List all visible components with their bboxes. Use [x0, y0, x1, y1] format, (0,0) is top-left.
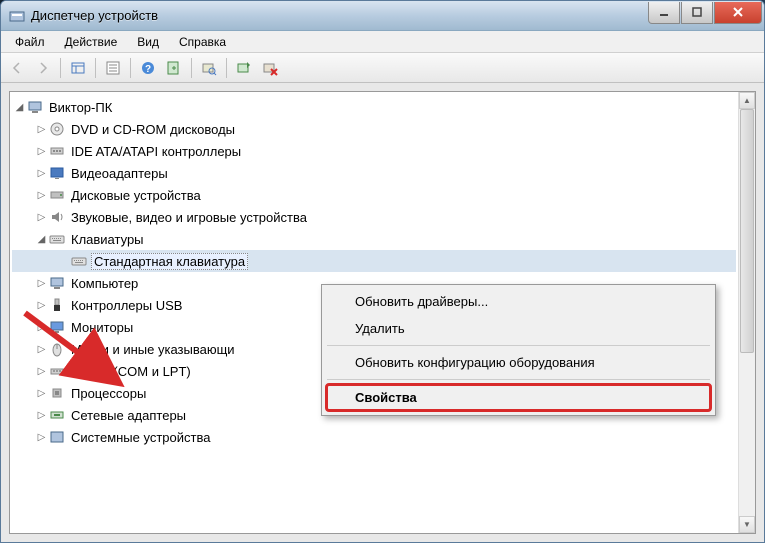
collapse-icon[interactable]: ◢ — [12, 96, 27, 118]
tree-label: Мониторы — [69, 320, 135, 335]
scroll-down-button[interactable]: ▼ — [739, 516, 755, 533]
tree-label: DVD и CD-ROM дисководы — [69, 122, 237, 137]
tree-label: Дисковые устройства — [69, 188, 203, 203]
separator — [60, 58, 61, 78]
menu-separator — [327, 379, 710, 380]
scan-button[interactable] — [197, 56, 221, 80]
tree-root[interactable]: ◢ Виктор-ПК — [12, 96, 736, 118]
tree-label: Компьютер — [69, 276, 140, 291]
back-button[interactable] — [5, 56, 29, 80]
disc-icon — [49, 121, 65, 137]
help-button[interactable]: ? — [136, 56, 160, 80]
expand-icon[interactable]: ▷ — [34, 294, 49, 316]
titlebar[interactable]: Диспетчер устройств — [1, 1, 764, 31]
system-icon — [49, 429, 65, 445]
sound-icon — [49, 209, 65, 225]
menubar: Файл Действие Вид Справка — [1, 31, 764, 53]
tree-label: Сетевые адаптеры — [69, 408, 188, 423]
tree-item[interactable]: ▷ Видеоадаптеры — [12, 162, 736, 184]
menu-separator — [327, 345, 710, 346]
context-menu: Обновить драйверы... Удалить Обновить ко… — [321, 284, 716, 416]
expand-icon[interactable]: ▷ — [34, 338, 49, 360]
tree-item-keyboards[interactable]: ◢ Клавиатуры — [12, 228, 736, 250]
separator — [226, 58, 227, 78]
svg-text:?: ? — [145, 64, 151, 75]
tree-item[interactable]: ▷ Системные устройства — [12, 426, 736, 448]
menu-update-drivers[interactable]: Обновить драйверы... — [325, 288, 712, 315]
tree-label: Видеоадаптеры — [69, 166, 170, 181]
mouse-icon — [49, 341, 65, 357]
tree-label: Звуковые, видео и игровые устройства — [69, 210, 309, 225]
tree-label: Контроллеры USB — [69, 298, 184, 313]
tree-label: Клавиатуры — [69, 232, 146, 247]
network-icon — [49, 407, 65, 423]
tree-label: Системные устройства — [69, 430, 212, 445]
expand-icon[interactable]: ▷ — [34, 162, 49, 184]
disk-icon — [49, 187, 65, 203]
close-button[interactable] — [714, 2, 762, 24]
computer-icon — [27, 99, 43, 115]
scroll-thumb[interactable] — [740, 109, 754, 353]
vertical-scrollbar[interactable]: ▲ ▼ — [738, 92, 755, 533]
separator — [95, 58, 96, 78]
usb-icon — [49, 297, 65, 313]
app-icon — [9, 8, 25, 24]
expand-icon[interactable]: ▷ — [34, 360, 49, 382]
reveal-button[interactable] — [162, 56, 186, 80]
expand-icon[interactable]: ▷ — [34, 404, 49, 426]
menu-file[interactable]: Файл — [5, 33, 55, 51]
menu-delete[interactable]: Удалить — [325, 315, 712, 342]
menu-help[interactable]: Справка — [169, 33, 236, 51]
scroll-up-button[interactable]: ▲ — [739, 92, 755, 109]
properties-button[interactable] — [101, 56, 125, 80]
scroll-track[interactable] — [739, 109, 755, 516]
computer-icon — [49, 275, 65, 291]
expand-icon[interactable]: ▷ — [34, 272, 49, 294]
keyboard-icon — [71, 253, 87, 269]
expand-icon[interactable]: ▷ — [34, 426, 49, 448]
expand-icon[interactable]: ▷ — [34, 140, 49, 162]
expand-icon[interactable]: ▷ — [34, 206, 49, 228]
tree-item[interactable]: ▷ IDE ATA/ATAPI контроллеры — [12, 140, 736, 162]
menu-properties[interactable]: Свойства — [325, 383, 712, 412]
tree-label: Виктор-ПК — [47, 100, 114, 115]
keyboard-icon — [49, 231, 65, 247]
minimize-button[interactable] — [648, 2, 680, 24]
collapse-icon[interactable]: ◢ — [34, 228, 49, 250]
tree-label: IDE ATA/ATAPI контроллеры — [69, 144, 243, 159]
expand-icon[interactable]: ▷ — [34, 118, 49, 140]
tree-label: Порты (COM и LPT) — [69, 364, 193, 379]
device-manager-window: Диспетчер устройств Файл Действие Вид Сп… — [0, 0, 765, 543]
tree-item[interactable]: ▷ DVD и CD-ROM дисководы — [12, 118, 736, 140]
expand-icon[interactable]: ▷ — [34, 184, 49, 206]
expand-icon[interactable]: ▷ — [34, 316, 49, 338]
update-driver-button[interactable] — [232, 56, 256, 80]
uninstall-button[interactable] — [258, 56, 282, 80]
window-title: Диспетчер устройств — [31, 8, 647, 23]
menu-action[interactable]: Действие — [55, 33, 128, 51]
cpu-icon — [49, 385, 65, 401]
tree-label: Стандартная клавиатура — [91, 253, 248, 270]
tree-item-standard-keyboard[interactable]: Стандартная клавиатура — [12, 250, 736, 272]
toolbar: ? — [1, 53, 764, 83]
menu-view[interactable]: Вид — [127, 33, 169, 51]
tree-item[interactable]: ▷ Дисковые устройства — [12, 184, 736, 206]
display-icon — [49, 165, 65, 181]
separator — [191, 58, 192, 78]
maximize-button[interactable] — [681, 2, 713, 24]
tree-label: Процессоры — [69, 386, 148, 401]
tree-label: Мыши и иные указывающи — [69, 342, 237, 357]
menu-scan-hardware[interactable]: Обновить конфигурацию оборудования — [325, 349, 712, 376]
controller-icon — [49, 143, 65, 159]
port-icon — [49, 363, 65, 379]
expand-icon[interactable]: ▷ — [34, 382, 49, 404]
view-button[interactable] — [66, 56, 90, 80]
tree-item[interactable]: ▷ Звуковые, видео и игровые устройства — [12, 206, 736, 228]
forward-button[interactable] — [31, 56, 55, 80]
monitor-icon — [49, 319, 65, 335]
separator — [130, 58, 131, 78]
